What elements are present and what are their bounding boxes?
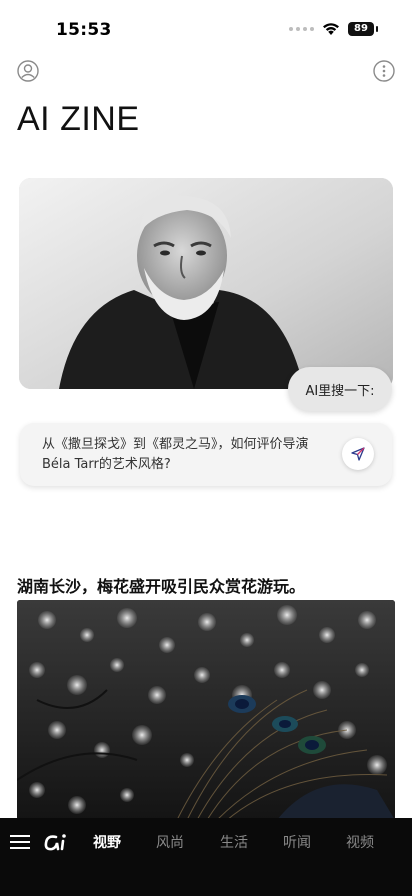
tab-shipin[interactable]: 视频 bbox=[346, 832, 374, 852]
ai-prompt-card[interactable]: 从《撒旦探戈》到《都灵之马》，如何评价导演Béla Tarr的艺术风格? bbox=[20, 423, 392, 486]
tab-fengshang[interactable]: 风尚 bbox=[156, 832, 184, 852]
news-headline[interactable]: 湖南长沙，梅花盛开吸引民众赏花游玩。 bbox=[17, 573, 305, 597]
news-image[interactable] bbox=[17, 600, 395, 820]
wifi-icon bbox=[323, 23, 339, 35]
prompt-text: 从《撒旦探戈》到《都灵之马》，如何评价导演Béla Tarr的艺术风格? bbox=[42, 437, 309, 472]
more-vertical-icon[interactable] bbox=[373, 60, 395, 82]
bottom-nav: 视野 风尚 生活 听闻 视频 bbox=[0, 818, 412, 896]
tab-shenghuo[interactable]: 生活 bbox=[220, 832, 248, 852]
tab-tingwen[interactable]: 听闻 bbox=[283, 832, 311, 852]
brand-title: AI ZINE bbox=[17, 100, 140, 138]
app-logo-icon[interactable] bbox=[44, 831, 70, 853]
person-circle-icon[interactable] bbox=[17, 60, 39, 82]
status-indicators: 89 bbox=[289, 22, 378, 36]
hamburger-menu-icon[interactable] bbox=[10, 834, 30, 850]
portrait-photo bbox=[19, 178, 393, 389]
ai-search-bubble[interactable]: AI里搜一下: bbox=[288, 367, 392, 411]
send-icon bbox=[351, 447, 365, 461]
tab-shiye[interactable]: 视野 bbox=[93, 832, 121, 852]
hero-image-card[interactable] bbox=[19, 178, 393, 389]
cellular-signal-icon bbox=[289, 27, 314, 31]
battery-icon: 89 bbox=[348, 22, 378, 36]
status-time: 15:53 bbox=[56, 20, 112, 40]
blossom-photo bbox=[17, 600, 395, 820]
send-button[interactable] bbox=[342, 438, 374, 470]
status-bar: 15:53 89 bbox=[0, 0, 412, 58]
